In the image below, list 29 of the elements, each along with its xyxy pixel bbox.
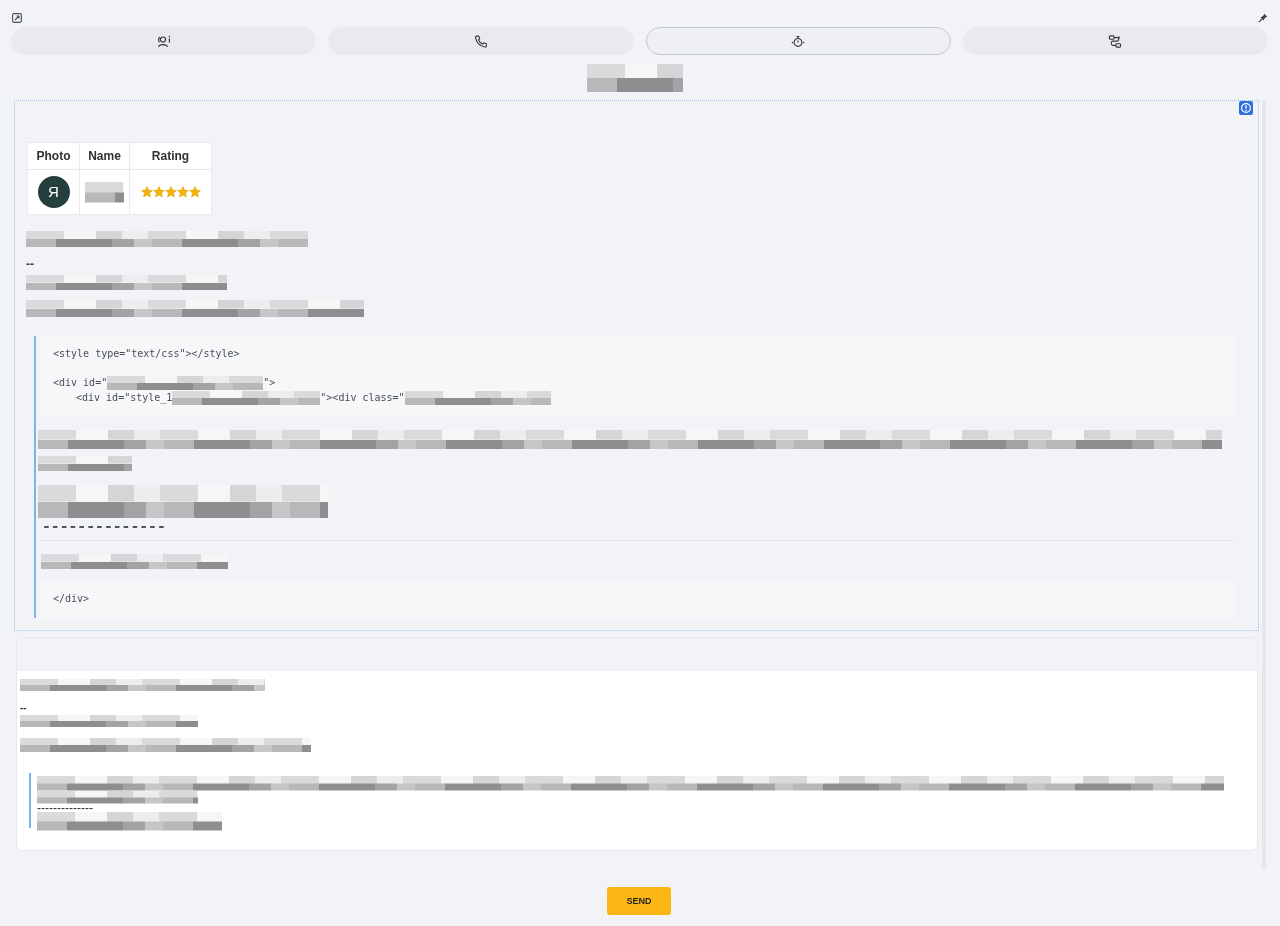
star-icon [152, 186, 165, 198]
info-icon[interactable] [1239, 101, 1253, 115]
expand-icon[interactable] [12, 13, 22, 23]
separator-text: -- [26, 257, 34, 271]
pin-icon[interactable] [1258, 13, 1268, 23]
star-icon [176, 186, 189, 198]
stopwatch-icon [791, 34, 806, 48]
star-icon [140, 186, 153, 198]
code-text: "> [263, 376, 276, 390]
dashes-text: -------------- [42, 519, 166, 533]
column-header: Name [79, 142, 130, 170]
star-icon [164, 186, 177, 198]
code-text: </div> [53, 593, 90, 604]
user-info-icon [156, 34, 171, 48]
nodes-icon [1108, 34, 1123, 48]
pixelated-text [85, 181, 124, 203]
send-button[interactable]: SEND [607, 886, 671, 915]
phone-icon [473, 34, 488, 48]
avatar: Я [37, 176, 70, 208]
star-icon [188, 186, 201, 198]
code-text: <div id="style_1 [76, 390, 173, 405]
code-text: "><div class=" [320, 390, 405, 405]
code-text: <div id=" [53, 376, 108, 390]
separator-text: -- [20, 702, 27, 713]
code-text: <style type="text/css"></style> [53, 347, 240, 361]
tab[interactable] [645, 27, 951, 55]
dashes-text: -------------- [37, 803, 93, 812]
column-header: Photo [27, 142, 80, 170]
column-header: Rating [129, 142, 212, 170]
